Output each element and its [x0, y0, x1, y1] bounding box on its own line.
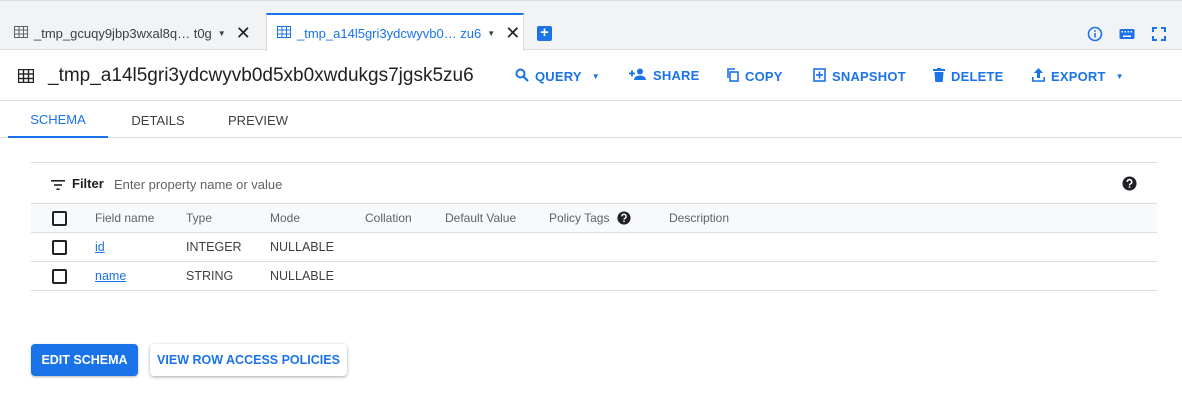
- filter-input[interactable]: [114, 173, 1014, 195]
- column-header-mode[interactable]: Mode: [270, 204, 300, 232]
- tab-table-2-active[interactable]: _tmp_a14l5gri3ydcwyvb0… zu6 ▼ ✕: [266, 13, 524, 51]
- select-all-checkbox[interactable]: [52, 211, 67, 226]
- chevron-down-icon[interactable]: ▼: [218, 29, 226, 38]
- field-name-link[interactable]: name: [95, 262, 126, 290]
- chevron-down-icon: ▼: [591, 72, 600, 81]
- tab-label: _tmp_gcuqy9jbp3wxal8q… t0g: [34, 25, 212, 41]
- field-mode: NULLABLE: [270, 269, 334, 283]
- snapshot-icon: [813, 68, 826, 85]
- help-icon[interactable]: [617, 211, 632, 225]
- column-header-field-name[interactable]: Field name: [95, 204, 154, 232]
- table-icon: [17, 68, 35, 88]
- field-name-link[interactable]: id: [95, 233, 105, 261]
- close-icon[interactable]: ✕: [236, 23, 251, 44]
- export-button[interactable]: EXPORT ▼: [1032, 68, 1124, 85]
- fullscreen-icon[interactable]: [1150, 25, 1168, 43]
- schema-table: Field name Type Mode Collation Default V…: [31, 204, 1157, 291]
- upload-icon: [1032, 68, 1045, 85]
- search-icon: [515, 68, 529, 85]
- delete-button[interactable]: DELETE: [933, 68, 1003, 85]
- view-row-access-policies-button[interactable]: VIEW ROW ACCESS POLICIES: [150, 344, 347, 376]
- new-tab-plus-icon[interactable]: +: [537, 25, 552, 41]
- copy-button[interactable]: COPY: [726, 68, 783, 85]
- tab-schema[interactable]: SCHEMA: [8, 102, 108, 138]
- share-button[interactable]: SHARE: [629, 68, 700, 83]
- copy-icon: [726, 68, 739, 85]
- trash-icon: [933, 68, 945, 85]
- tab-table-1[interactable]: _tmp_gcuqy9jbp3wxal8q… t0g ▼ ✕: [14, 15, 264, 51]
- table-icon: [14, 25, 28, 41]
- tab-preview[interactable]: PREVIEW: [208, 102, 308, 138]
- keyboard-icon[interactable]: [1118, 25, 1136, 43]
- info-icon[interactable]: [1086, 25, 1104, 43]
- tab-details[interactable]: DETAILS: [108, 102, 208, 138]
- column-header-default-value[interactable]: Default Value: [445, 204, 516, 232]
- help-icon[interactable]: [1122, 176, 1137, 196]
- table-header: _tmp_a14l5gri3ydcwyvb0d5xb0xwdukgs7jgsk5…: [0, 51, 1182, 101]
- edit-schema-button[interactable]: EDIT SCHEMA: [31, 344, 138, 376]
- subtabs: SCHEMA DETAILS PREVIEW: [0, 102, 1182, 138]
- chevron-down-icon: ▼: [1115, 72, 1124, 81]
- field-type: STRING: [186, 269, 234, 283]
- table-header-row: Field name Type Mode Collation Default V…: [31, 204, 1157, 233]
- filter-icon[interactable]: [51, 177, 65, 195]
- column-header-description[interactable]: Description: [669, 204, 729, 232]
- filter-label: Filter: [72, 176, 104, 191]
- close-icon[interactable]: ✕: [505, 23, 520, 44]
- filter-bar: Filter: [31, 162, 1157, 204]
- tab-strip: _tmp_gcuqy9jbp3wxal8q… t0g ▼ ✕ _tmp_a14l…: [0, 0, 1182, 51]
- table-row: id INTEGER NULLABLE: [31, 233, 1157, 262]
- snapshot-button[interactable]: SNAPSHOT: [813, 68, 906, 85]
- field-mode: NULLABLE: [270, 240, 334, 254]
- row-checkbox[interactable]: [52, 269, 67, 284]
- page-title: _tmp_a14l5gri3ydcwyvb0d5xb0xwdukgs7jgsk5…: [48, 65, 474, 86]
- table-icon: [277, 25, 291, 41]
- query-button[interactable]: QUERY ▼: [515, 68, 600, 85]
- column-header-collation[interactable]: Collation: [365, 204, 412, 232]
- tab-label: _tmp_a14l5gri3ydcwyvb0… zu6: [297, 25, 482, 41]
- row-checkbox[interactable]: [52, 240, 67, 255]
- table-row: name STRING NULLABLE: [31, 262, 1157, 291]
- add-person-icon: [629, 68, 647, 83]
- chevron-down-icon[interactable]: ▼: [487, 29, 495, 38]
- column-header-policy-tags[interactable]: Policy Tags: [549, 204, 632, 232]
- column-header-type[interactable]: Type: [186, 204, 212, 232]
- field-type: INTEGER: [186, 240, 242, 254]
